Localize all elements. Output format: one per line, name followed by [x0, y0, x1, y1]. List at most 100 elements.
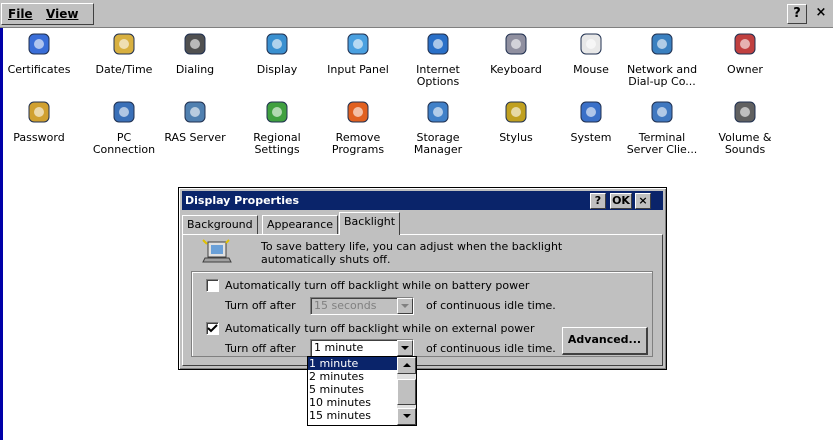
- dropdown-option[interactable]: 10 minutes: [308, 396, 397, 409]
- backlight-icon: [202, 238, 232, 264]
- dialog-title: Display Properties: [185, 194, 300, 207]
- external-turn-off-label: Turn off after: [225, 342, 296, 355]
- dialog-ok-button[interactable]: OK: [610, 193, 632, 209]
- menu-group: File View: [1, 3, 94, 25]
- dropdown-option[interactable]: 15 minutes: [308, 409, 397, 422]
- volume-sounds-icon: [729, 98, 761, 128]
- control-panel-item[interactable]: Storage Manager: [400, 98, 476, 156]
- external-timeout-value: 1 minute: [314, 341, 364, 354]
- timeout-dropdown-list: 1 minute 2 minutes 5 minutes 10 minutes 15 m…: [307, 356, 417, 426]
- control-panel-item-label: Owner: [727, 63, 763, 76]
- date-time-icon: [108, 30, 140, 60]
- external-checkbox-label: Automatically turn off backlight while o…: [225, 322, 535, 335]
- menu-view[interactable]: View: [46, 7, 78, 21]
- scroll-down-icon[interactable]: [397, 408, 416, 425]
- tab-background[interactable]: Background: [182, 215, 258, 234]
- external-timeout-select[interactable]: 1 minute: [310, 339, 414, 357]
- chevron-down-icon: [397, 298, 413, 314]
- control-panel-item-label: Dialing: [175, 63, 215, 76]
- dialing-icon: [179, 30, 211, 60]
- control-panel-item-label: Keyboard: [490, 63, 542, 76]
- control-panel-item[interactable]: Terminal Server Clie...: [624, 98, 700, 156]
- control-panel-item-label: Input Panel: [327, 63, 389, 76]
- display-properties-dialog: Display Properties ? OK × Background App…: [178, 187, 667, 370]
- control-panel-item[interactable]: System: [553, 98, 629, 144]
- battery-checkbox[interactable]: [206, 279, 219, 292]
- help-button[interactable]: ?: [787, 4, 807, 24]
- menu-file[interactable]: File: [8, 7, 33, 21]
- control-panel-item-label: Display: [256, 63, 298, 76]
- control-panel-item[interactable]: Internet Options: [400, 30, 476, 88]
- dropdown-scrollbar[interactable]: [397, 357, 416, 425]
- control-panel-item[interactable]: Remove Programs: [320, 98, 396, 156]
- control-panel-item[interactable]: PC Connection: [86, 98, 162, 156]
- external-suffix: of continuous idle time.: [426, 342, 556, 355]
- control-panel-item-label: Volume & Sounds: [718, 131, 772, 156]
- tab-appearance[interactable]: Appearance: [262, 215, 339, 234]
- checkmark-icon: [207, 324, 218, 333]
- scroll-thumb[interactable]: [397, 379, 416, 405]
- info-text-line2: automatically shuts off.: [261, 253, 391, 266]
- control-panel-item[interactable]: Certificates: [1, 30, 77, 76]
- control-panel-item-label: Terminal Server Clie...: [626, 131, 698, 156]
- dropdown-option[interactable]: 2 minutes: [308, 370, 397, 383]
- storage-manager-icon: [422, 98, 454, 128]
- owner-icon: [729, 30, 761, 60]
- terminal-server-icon: [646, 98, 678, 128]
- control-panel-item-label: System: [570, 131, 612, 144]
- control-panel-item-label: Password: [13, 131, 65, 144]
- network-icon: [646, 30, 678, 60]
- advanced-button[interactable]: Advanced...: [562, 327, 648, 355]
- menu-bar: File View ? ×: [0, 0, 833, 28]
- keyboard-icon: [500, 30, 532, 60]
- control-panel-item-label: PC Connection: [92, 131, 156, 156]
- pc-connection-icon: [108, 98, 140, 128]
- external-checkbox[interactable]: [206, 322, 219, 335]
- control-panel-item[interactable]: Date/Time: [86, 30, 162, 76]
- dialog-close-button[interactable]: ×: [635, 193, 651, 209]
- control-panel-item[interactable]: Owner: [707, 30, 783, 76]
- control-panel-item-label: Stylus: [499, 131, 533, 144]
- scroll-up-icon[interactable]: [397, 357, 416, 374]
- control-panel-item[interactable]: RAS Server: [157, 98, 233, 144]
- password-icon: [23, 98, 55, 128]
- control-panel-item-label: Remove Programs: [331, 131, 385, 156]
- certificates-icon: [23, 30, 55, 60]
- control-panel-item-label: Certificates: [7, 63, 71, 76]
- battery-suffix: of continuous idle time.: [426, 299, 556, 312]
- control-panel-item[interactable]: Password: [1, 98, 77, 144]
- dropdown-option[interactable]: 5 minutes: [308, 383, 397, 396]
- control-panel-item[interactable]: Display: [239, 30, 315, 76]
- control-panel-item[interactable]: Input Panel: [320, 30, 396, 76]
- control-panel-item[interactable]: Stylus: [478, 98, 554, 144]
- control-panel-item-label: Mouse: [573, 63, 609, 76]
- control-panel-item[interactable]: Keyboard: [478, 30, 554, 76]
- system-icon: [575, 98, 607, 128]
- dropdown-option[interactable]: 1 minute: [308, 357, 397, 370]
- mouse-icon: [575, 30, 607, 60]
- control-panel-item-label: RAS Server: [164, 131, 226, 144]
- dialog-titlebar[interactable]: Display Properties ? OK ×: [182, 191, 663, 210]
- tab-backlight[interactable]: Backlight: [339, 212, 401, 235]
- regional-settings-icon: [261, 98, 293, 128]
- battery-turn-off-label: Turn off after: [225, 299, 296, 312]
- control-panel-item[interactable]: Volume & Sounds: [707, 98, 783, 156]
- chevron-down-icon[interactable]: [397, 340, 413, 356]
- dialog-help-button[interactable]: ?: [590, 193, 606, 209]
- control-panel-item[interactable]: Dialing: [157, 30, 233, 76]
- control-panel-item[interactable]: Network and Dial-up Co...: [624, 30, 700, 88]
- battery-timeout-select: 15 seconds: [310, 297, 414, 315]
- input-panel-icon: [342, 30, 374, 60]
- info-text-line1: To save battery life, you can adjust whe…: [261, 240, 563, 253]
- battery-checkbox-label: Automatically turn off backlight while o…: [225, 279, 530, 292]
- control-panel-item-label: Storage Manager: [413, 131, 463, 156]
- control-panel-item[interactable]: Mouse: [553, 30, 629, 76]
- window-edge: [0, 28, 3, 440]
- battery-timeout-value: 15 seconds: [314, 299, 377, 312]
- control-panel-item-label: Regional Settings: [253, 131, 301, 156]
- control-panel-item-label: Internet Options: [416, 63, 460, 88]
- control-panel-item-label: Date/Time: [95, 63, 153, 76]
- internet-options-icon: [422, 30, 454, 60]
- close-button[interactable]: ×: [811, 4, 831, 24]
- control-panel-item[interactable]: Regional Settings: [239, 98, 315, 156]
